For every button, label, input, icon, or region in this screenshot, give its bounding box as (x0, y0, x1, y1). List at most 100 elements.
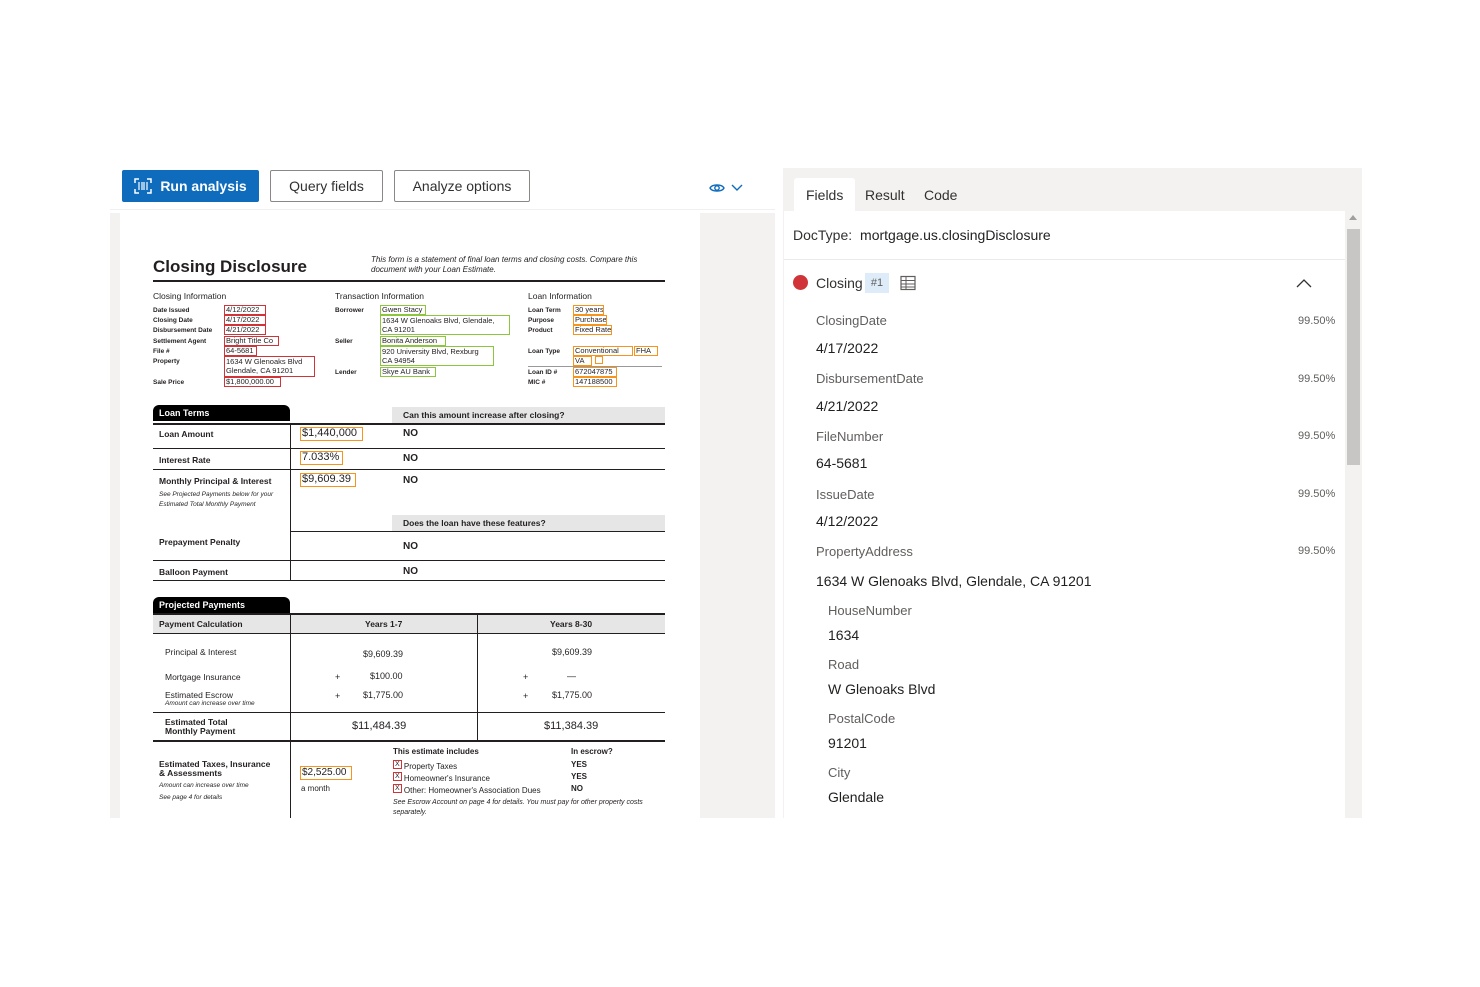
field-value: 1634 W Glenoaks Blvd, Glendale, CA 91201 (816, 573, 1092, 589)
field-box-taxes[interactable]: $2,525.00 (300, 766, 352, 780)
projected-divider-1 (290, 615, 291, 741)
results-tabs: Fields Result Code (783, 168, 1362, 211)
tab-fields[interactable]: Fields (794, 178, 856, 211)
balloon-payment-label: Balloon Payment (159, 567, 228, 577)
field-box-mic[interactable]: 147188500 (573, 377, 617, 387)
borrower-address-line-2: CA 91201 (382, 325, 415, 334)
escrow-note: Amount can increase over time (165, 700, 255, 707)
field-box-purpose[interactable]: Purchase (573, 315, 607, 325)
taxes-note-1: Amount can increase over time (159, 782, 249, 789)
mi-years-1-7: $100.00 (370, 671, 403, 681)
field-name: PropertyAddress (816, 544, 913, 559)
field-box-lender[interactable]: Skye AU Bank (380, 367, 436, 377)
field-box-loan-type-other[interactable] (595, 356, 603, 364)
loan-amount-answer: NO (403, 428, 418, 439)
taxes-divider (290, 742, 291, 818)
loan-terms-rule (153, 423, 665, 425)
field-box-borrower[interactable]: Gwen Stacy (380, 305, 426, 315)
prepayment-penalty-answer: NO (403, 541, 418, 552)
closing-label: Closing Date (153, 317, 193, 324)
scroll-up-arrow-icon[interactable] (1349, 215, 1357, 220)
escrow-plus-1: + (335, 691, 341, 701)
closing-label: Settlement Agent (153, 338, 207, 345)
field-box-seller[interactable]: Bonita Anderson (380, 336, 446, 346)
checkbox-checked: X (393, 784, 402, 793)
transaction-label: Lender (335, 369, 357, 376)
field-box-loan-type-va[interactable]: VA (573, 356, 592, 366)
closing-label: Date Issued (153, 307, 190, 314)
document-note: This form is a statement of final loan t… (371, 255, 638, 274)
closing-label: Sale Price (153, 379, 185, 386)
subfield-value: 91201 (828, 735, 867, 751)
include-row: X Homeowner's Insurance (393, 772, 490, 783)
doctype-row: DocType: mortgage.us.closingDisclosure (793, 227, 1051, 243)
loan-terms-question-2: Does the loan have these features? (403, 518, 546, 528)
field-box-loan-id[interactable]: 672047875 (573, 367, 617, 377)
closing-label: File # (153, 348, 170, 355)
field-confidence: 99.50% (1298, 373, 1336, 385)
field-value: 64-5681 (816, 455, 868, 471)
tab-result[interactable]: Result (853, 178, 917, 211)
field-box-interest-rate[interactable]: 7.033% (300, 451, 343, 465)
field-box-file-number[interactable]: 64-5681 (224, 346, 257, 356)
field-box-loan-term[interactable]: 30 years (573, 305, 604, 315)
escrow-years-8-30: $1,775.00 (552, 690, 593, 700)
include-escrow: YES (571, 760, 588, 769)
document-title: Closing Disclosure (153, 257, 307, 276)
total-years-1-7: $11,484.39 (352, 720, 407, 732)
field-box-issue-date[interactable]: 4/12/2022 (224, 305, 266, 315)
subfield-value: 1634 (828, 627, 860, 643)
loan-info-header: Loan Information (528, 291, 592, 301)
chevron-up-icon[interactable] (1296, 278, 1312, 288)
field-box-sale-price[interactable]: $1,800,000.00 (224, 377, 281, 387)
group-badge: #1 (865, 273, 889, 293)
loan-terms-header: Loan Terms (153, 405, 290, 421)
field-value: 4/12/2022 (816, 513, 879, 529)
title-rule (153, 280, 665, 282)
query-fields-button[interactable]: Query fields (270, 170, 383, 202)
field-box-property-address[interactable]: 1634 W Glenoaks Blvd Glendale, CA 91201 (224, 356, 315, 377)
scrollbar-thumb[interactable] (1347, 229, 1360, 465)
subfield-value: Glendale (828, 789, 885, 805)
field-box-closing-date[interactable]: 4/17/2022 (224, 315, 266, 325)
table-icon[interactable] (900, 275, 916, 291)
row-rule (153, 560, 665, 561)
loan-label: Loan Type (528, 348, 561, 355)
field-box-seller-address[interactable]: 920 University Blvd, Rexburg CA 94954 (380, 346, 494, 366)
row-rule (153, 580, 665, 581)
row-rule (153, 712, 665, 713)
run-analysis-label: Run analysis (160, 178, 247, 194)
toolbar-divider (110, 209, 775, 210)
field-box-monthly-pi[interactable]: $9,609.39 (300, 473, 356, 487)
query-fields-label: Query fields (289, 178, 364, 194)
field-box-disbursement-date[interactable]: 4/21/2022 (224, 325, 266, 335)
field-confidence: 99.50% (1298, 315, 1336, 327)
projected-payments-header: Projected Payments (153, 597, 290, 613)
run-analysis-button[interactable]: Run analysis (122, 170, 259, 202)
subfield-name: Road (828, 657, 860, 672)
loan-label: Purpose (528, 317, 555, 324)
escrow-years-1-7: $1,775.00 (363, 690, 404, 700)
checkbox-checked: X (393, 760, 402, 769)
taxes-note-2: See page 4 for details (159, 794, 223, 801)
field-box-loan-type-fha[interactable]: FHA (634, 346, 658, 356)
mi-plus-1: + (335, 672, 341, 682)
field-confidence: 99.50% (1298, 488, 1336, 500)
field-box-product[interactable]: Fixed Rate (573, 325, 612, 335)
field-box-loan-amount[interactable]: $1,440,000 (300, 427, 363, 441)
field-box-loan-type-conventional[interactable]: Conventional (573, 346, 633, 356)
tab-code[interactable]: Code (912, 178, 969, 211)
analyze-options-button[interactable]: Analyze options (394, 170, 530, 202)
prepayment-penalty-label: Prepayment Penalty (159, 537, 241, 547)
field-box-borrower-address[interactable]: 1634 W Glenoaks Blvd, Glendale, CA 91201 (380, 315, 510, 335)
field-box-settlement-agent[interactable]: Bright Title Co (224, 336, 279, 346)
interest-rate-answer: NO (403, 453, 418, 464)
chevron-down-icon (731, 184, 743, 191)
include-escrow: YES (571, 772, 588, 781)
loan-label: Loan ID # (528, 369, 558, 376)
checkbox-checked: X (393, 772, 402, 781)
view-options-dropdown[interactable] (709, 182, 743, 194)
fields-list[interactable]: DocType: mortgage.us.closingDisclosure C… (784, 211, 1345, 818)
group-name: Closing (816, 275, 863, 291)
total-label-2: Monthly Payment (165, 726, 236, 736)
